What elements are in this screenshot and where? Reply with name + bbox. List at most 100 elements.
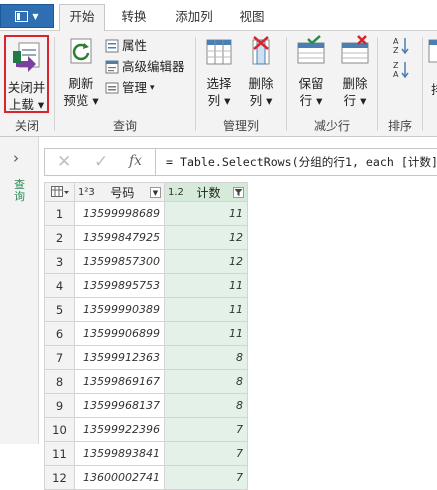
count-cell[interactable]: 7: [164, 417, 248, 442]
row-number[interactable]: 2: [44, 225, 75, 250]
refresh-preview-button[interactable]: 刷新 预览 ▾: [61, 35, 101, 109]
manage-columns-group-label: 管理列: [222, 119, 259, 133]
reduce-rows-group-label: 减少行: [313, 119, 350, 133]
phone-cell[interactable]: 13599922396: [74, 417, 165, 442]
tab-view[interactable]: 视图: [230, 5, 274, 30]
reduce-rows-group: 保留 行 ▾ 删除 行 ▾ 减少行: [287, 31, 377, 136]
remove-columns-button[interactable]: 删除 列 ▾: [242, 35, 280, 109]
table-corner-menu[interactable]: [44, 182, 75, 202]
queries-pane: › 查询: [0, 137, 39, 444]
phone-cell[interactable]: 13599906899: [74, 321, 165, 346]
properties-button[interactable]: 属性: [105, 37, 147, 55]
query-group: 刷新 预览 ▾ 属性 高级编辑器 管理 ▾ 查询: [55, 31, 195, 136]
query-group-label: 查询: [112, 119, 137, 133]
row-number[interactable]: 8: [44, 369, 75, 394]
table-icon: [428, 39, 437, 63]
manage-columns-group: 选择 列 ▾ 删除 列 ▾ 管理列: [196, 31, 286, 136]
count-cell[interactable]: 7: [164, 441, 248, 466]
row-number[interactable]: 1: [44, 201, 75, 226]
remove-rows-button[interactable]: 删除 行 ▾: [335, 35, 375, 109]
row-number[interactable]: 11: [44, 441, 75, 466]
advanced-editor-icon: [105, 60, 119, 74]
count-cell[interactable]: 11: [164, 201, 248, 226]
svg-text:Z: Z: [393, 46, 399, 55]
confirm-formula-icon[interactable]: ✓: [94, 152, 108, 172]
sort-descending-icon: Z A: [393, 61, 409, 79]
tab-add-column[interactable]: 添加列: [166, 5, 222, 30]
group-divider: [422, 37, 423, 131]
count-cell[interactable]: 8: [164, 393, 248, 418]
phone-cell[interactable]: 13600002741: [74, 465, 165, 490]
phone-cell[interactable]: 13599847925: [74, 225, 165, 250]
keep-rows-label-line2: 行 ▾: [299, 93, 323, 108]
count-cell[interactable]: 12: [164, 225, 248, 250]
file-menu-icon: [15, 10, 29, 22]
fx-icon[interactable]: fx: [129, 153, 142, 169]
phone-cell[interactable]: 13599990389: [74, 297, 165, 322]
phone-cell[interactable]: 13599893841: [74, 441, 165, 466]
clipped-button-label[interactable]: 排: [431, 79, 437, 98]
table-row: 2 13599847925 12: [44, 225, 248, 250]
phone-cell[interactable]: 13599968137: [74, 393, 165, 418]
count-cell[interactable]: 7: [164, 465, 248, 490]
formula-bar: ✕ ✓ fx = Table.SelectRows(分组的行1, each [计…: [44, 148, 437, 176]
row-number[interactable]: 9: [44, 393, 75, 418]
remove-rows-icon: [341, 35, 369, 64]
close-and-load-label-line2: 上载 ▾: [8, 97, 45, 112]
row-number[interactable]: 7: [44, 345, 75, 370]
refresh-label-line1: 刷新: [68, 76, 94, 91]
queries-pane-label[interactable]: 查询: [14, 179, 26, 203]
row-number[interactable]: 6: [44, 321, 75, 346]
column-dropdown-icon[interactable]: ▼: [150, 186, 161, 198]
phone-cell[interactable]: 13599895753: [74, 273, 165, 298]
choose-columns-label-line2: 列 ▾: [207, 93, 231, 108]
column-type-icon[interactable]: 1²3: [78, 187, 95, 198]
sort-ascending-button[interactable]: A Z: [392, 37, 410, 55]
remove-rows-label-line2: 行 ▾: [343, 93, 367, 108]
table-row: 1 13599998689 11: [44, 201, 248, 226]
manage-icon: [105, 82, 119, 94]
sort-ascending-icon: A Z: [393, 37, 409, 55]
table-icon: [50, 186, 69, 197]
row-number[interactable]: 12: [44, 465, 75, 490]
table-row: 7 13599912363 8: [44, 345, 248, 370]
remove-columns-label-line2: 列 ▾: [249, 93, 273, 108]
manage-button[interactable]: 管理 ▾: [105, 79, 155, 97]
count-cell[interactable]: 11: [164, 273, 248, 298]
count-cell[interactable]: 8: [164, 369, 248, 394]
count-cell[interactable]: 11: [164, 297, 248, 322]
column-header-label: 计数: [196, 185, 221, 200]
count-cell[interactable]: 12: [164, 249, 248, 274]
keep-rows-button[interactable]: 保留 行 ▾: [291, 35, 331, 109]
formula-text[interactable]: = Table.SelectRows(分组的行1, each [计数]: [166, 154, 437, 170]
sort-descending-button[interactable]: Z A: [392, 61, 410, 79]
chevron-down-icon: ▾: [150, 83, 155, 93]
file-menu-button[interactable]: ▼: [0, 4, 54, 28]
remove-columns-label-line1: 删除: [248, 76, 274, 91]
close-and-load-button[interactable]: 关闭并 上载 ▾: [4, 35, 49, 113]
tab-home[interactable]: 开始: [59, 4, 105, 31]
advanced-editor-button[interactable]: 高级编辑器: [105, 58, 185, 76]
phone-cell[interactable]: 13599912363: [74, 345, 165, 370]
row-number[interactable]: 5: [44, 297, 75, 322]
column-header-phone[interactable]: 1²3 号码 ▼: [74, 182, 165, 202]
close-and-load-icon: [12, 42, 39, 72]
choose-columns-label-line1: 选择: [206, 76, 232, 91]
phone-cell[interactable]: 13599869167: [74, 369, 165, 394]
header-row: 1²3 号码 ▼ 1.2 计数: [44, 182, 248, 202]
tab-transform[interactable]: 转换: [112, 5, 156, 30]
row-number[interactable]: 4: [44, 273, 75, 298]
expand-chevron-icon[interactable]: ›: [13, 149, 19, 167]
count-cell[interactable]: 8: [164, 345, 248, 370]
count-cell[interactable]: 11: [164, 321, 248, 346]
column-header-count[interactable]: 1.2 计数: [164, 182, 248, 202]
column-filter-icon[interactable]: [232, 186, 244, 198]
column-type-icon[interactable]: 1.2: [168, 187, 184, 198]
cancel-formula-icon[interactable]: ✕: [57, 152, 71, 172]
ribbon-tab-bar: ▼ 开始 转换 添加列 视图: [0, 0, 437, 31]
phone-cell[interactable]: 13599998689: [74, 201, 165, 226]
phone-cell[interactable]: 13599857300: [74, 249, 165, 274]
row-number[interactable]: 3: [44, 249, 75, 274]
row-number[interactable]: 10: [44, 417, 75, 442]
choose-columns-button[interactable]: 选择 列 ▾: [200, 35, 238, 109]
